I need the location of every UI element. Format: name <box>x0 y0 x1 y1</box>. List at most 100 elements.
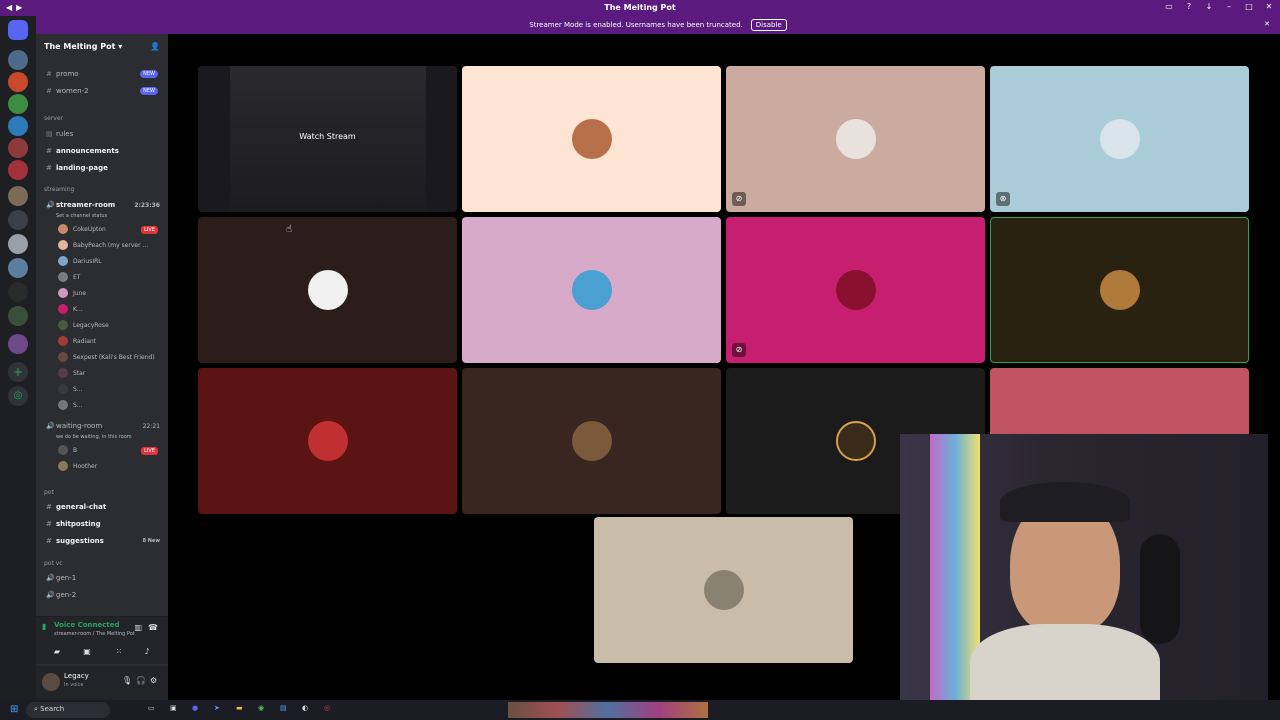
signal-icon: ▮ <box>42 622 47 631</box>
stream-tile[interactable]: Watch Stream <box>198 66 457 212</box>
file-explorer-icon[interactable]: ▬ <box>236 704 243 712</box>
channel-landing-page[interactable]: # landing-page <box>36 161 168 175</box>
telegram-icon[interactable]: ➤ <box>214 704 220 712</box>
voice-user[interactable]: CokeUpton <box>58 222 106 236</box>
participant-tile-speaking[interactable] <box>990 217 1249 363</box>
channel-sidebar: The Melting Pot ▾ 👤 # promo NEW # women-2 NE… <box>36 34 168 700</box>
watch-stream-button[interactable]: Watch Stream <box>198 132 457 141</box>
participant-tile[interactable]: ⊘ <box>726 66 985 212</box>
channel-women-2[interactable]: # women-2 NEW <box>36 84 168 98</box>
server-icon[interactable] <box>8 116 28 136</box>
participant-tile[interactable] <box>462 368 721 514</box>
obs-icon[interactable]: ◐ <box>302 704 308 712</box>
voice-user[interactable]: Sexpest (Kali's Best Friend) <box>58 350 155 364</box>
voice-user[interactable]: S... <box>58 398 83 412</box>
inbox-icon[interactable]: ▭ <box>1164 2 1174 11</box>
server-icon[interactable] <box>8 234 28 254</box>
avatar <box>1099 270 1140 310</box>
server-icon[interactable] <box>8 50 28 70</box>
voice-user[interactable]: BabyPeach (my server ... <box>58 238 148 252</box>
help-icon[interactable]: ? <box>1184 2 1194 11</box>
category-pot-vc[interactable]: pot vc <box>44 560 63 567</box>
headphones-icon[interactable]: 🎧 <box>136 676 146 685</box>
minimize-icon[interactable]: – <box>1224 2 1234 11</box>
discord-taskbar-icon[interactable]: ● <box>192 704 198 712</box>
channel-promo[interactable]: # promo NEW <box>36 67 168 81</box>
channel-announcements[interactable]: # announcements <box>36 144 168 158</box>
close-window-icon[interactable]: ✕ <box>1264 2 1274 11</box>
participant-tile[interactable]: ⊘ <box>726 217 985 363</box>
task-view-icon[interactable]: ▭ <box>148 704 155 712</box>
streamer-cap <box>1000 482 1130 522</box>
avatar <box>571 421 612 461</box>
maximize-icon[interactable]: □ <box>1244 2 1254 11</box>
voice-location[interactable]: streamer-room / The Melting Pot <box>54 631 135 637</box>
server-icon[interactable] <box>8 282 28 302</box>
category-server[interactable]: server <box>44 115 63 122</box>
chrome-icon[interactable]: ◉ <box>258 704 264 712</box>
voice-user[interactable]: Hoother <box>58 459 97 473</box>
mouse-cursor-icon: ☝ <box>286 224 293 235</box>
voice-channel-gen-2[interactable]: 🔊 gen-2 <box>36 588 168 602</box>
noise-suppression-icon[interactable]: ▥ <box>134 623 142 632</box>
channel-rules[interactable]: ▤ rules <box>36 127 168 141</box>
voice-user[interactable]: DariusIRL <box>58 254 102 268</box>
channel-shitposting[interactable]: # shitposting <box>36 517 168 531</box>
screen-share-icon[interactable]: ▣ <box>76 647 98 656</box>
channel-status[interactable]: Set a channel status <box>36 209 168 223</box>
disable-button[interactable]: Disable <box>750 19 787 31</box>
avatar[interactable] <box>42 673 60 691</box>
server-icon[interactable] <box>8 258 28 278</box>
windows-start-icon[interactable]: ⊞ <box>10 704 18 715</box>
voice-user[interactable]: Star <box>58 366 85 380</box>
channel-general-chat[interactable]: # general-chat <box>36 500 168 514</box>
app-icon[interactable]: ◎ <box>324 704 330 712</box>
voice-channel-gen-1[interactable]: 🔊 gen-1 <box>36 571 168 585</box>
close-banner-icon[interactable]: ✕ <box>1264 20 1270 28</box>
server-icon[interactable] <box>8 334 28 354</box>
username[interactable]: Legacy <box>64 672 89 680</box>
voice-user[interactable]: Radiant <box>58 334 96 348</box>
download-icon[interactable]: ↓ <box>1204 2 1214 11</box>
server-icon[interactable] <box>8 306 28 326</box>
add-server-icon[interactable]: + <box>8 362 28 382</box>
server-icon[interactable] <box>8 186 28 206</box>
participant-tile[interactable] <box>198 217 457 363</box>
server-name[interactable]: The Melting Pot ▾ <box>44 42 122 51</box>
avatar <box>835 270 876 310</box>
voice-user[interactable]: K... <box>58 302 83 316</box>
category-streaming[interactable]: streaming <box>44 186 74 193</box>
server-icon[interactable] <box>8 160 28 180</box>
soundboard-icon[interactable]: ♪ <box>136 647 158 656</box>
camera-icon[interactable]: ▰ <box>46 647 68 656</box>
participant-tile[interactable] <box>462 217 721 363</box>
server-icon[interactable] <box>8 94 28 114</box>
settings-gear-icon[interactable]: ⚙ <box>150 676 157 685</box>
activity-icon[interactable]: ⁙ <box>108 647 130 656</box>
voice-user[interactable]: LegacyRose <box>58 318 109 332</box>
category-pot[interactable]: pot <box>44 489 54 496</box>
channel-suggestions[interactable]: # suggestions 8 New <box>36 534 168 548</box>
voice-status[interactable]: Voice Connected <box>54 621 120 629</box>
app-icon[interactable]: ▣ <box>170 704 177 712</box>
discord-home-icon[interactable] <box>8 20 28 40</box>
app-icon[interactable]: ▤ <box>280 704 287 712</box>
avatar <box>1099 119 1140 159</box>
server-icon[interactable] <box>8 210 28 230</box>
participant-tile[interactable] <box>198 368 457 514</box>
voice-user[interactable]: ET <box>58 270 80 284</box>
server-icon[interactable] <box>8 72 28 92</box>
voice-user[interactable]: B <box>58 443 77 457</box>
voice-user[interactable]: S... <box>58 382 83 396</box>
microphone-icon[interactable]: 🎙 <box>122 676 132 685</box>
participant-tile[interactable]: ⊗ <box>990 66 1249 212</box>
participant-tile[interactable] <box>462 66 721 212</box>
voice-user[interactable]: June <box>58 286 86 300</box>
muted-icon: ⊘ <box>732 192 746 206</box>
add-friend-icon[interactable]: 👤 <box>150 42 160 51</box>
server-icon[interactable] <box>8 138 28 158</box>
explore-icon[interactable]: ◎ <box>8 386 28 406</box>
disconnect-icon[interactable]: ☎ <box>148 623 158 632</box>
taskbar-search[interactable]: ⌕ Search <box>26 702 110 718</box>
participant-tile[interactable] <box>594 517 853 663</box>
